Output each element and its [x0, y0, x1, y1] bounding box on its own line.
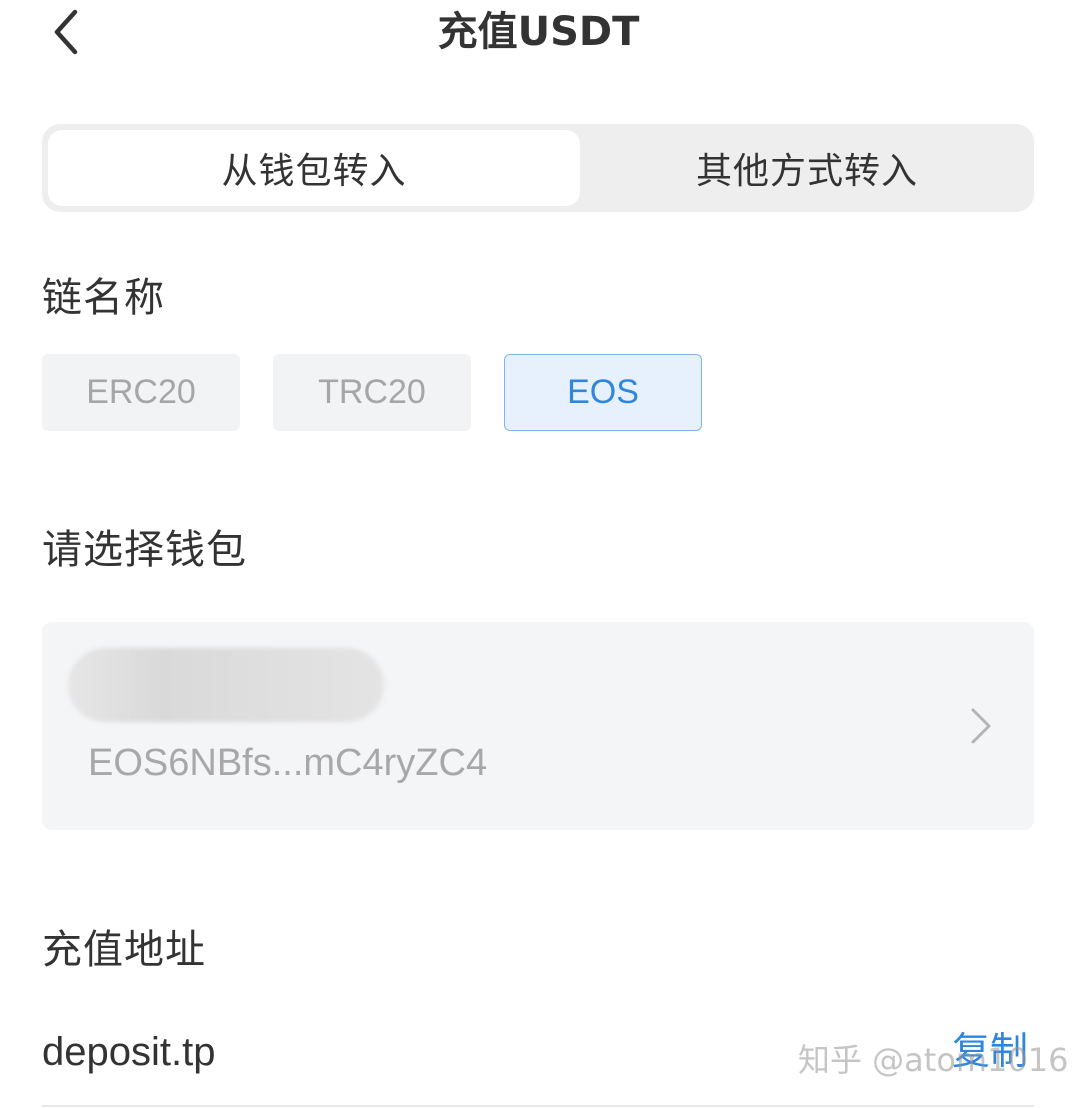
wallet-address: EOS6NBfs...mC4ryZC4: [88, 742, 488, 784]
deposit-address-label: 充值地址: [42, 927, 206, 973]
tab-from-wallet[interactable]: 从钱包转入: [48, 130, 580, 206]
wallet-selector[interactable]: EOS6NBfs...mC4ryZC4: [42, 622, 1034, 830]
divider: [42, 1105, 1034, 1107]
chain-option-eos[interactable]: EOS: [504, 354, 702, 431]
chain-option-trc20[interactable]: TRC20: [273, 354, 471, 431]
select-wallet-label: 请选择钱包: [42, 527, 247, 573]
source-tabs: 从钱包转入 其他方式转入: [42, 124, 1034, 212]
wallet-name-redacted: [68, 648, 384, 722]
tab-other-methods[interactable]: 其他方式转入: [580, 130, 1034, 206]
deposit-address: deposit.tp: [42, 1030, 216, 1074]
page-title: 充值USDT: [437, 9, 640, 55]
chevron-right-icon: [971, 708, 991, 744]
copy-button[interactable]: 复制: [952, 1024, 1028, 1078]
chain-name-label: 链名称: [42, 275, 165, 321]
chain-option-erc20[interactable]: ERC20: [42, 354, 240, 431]
